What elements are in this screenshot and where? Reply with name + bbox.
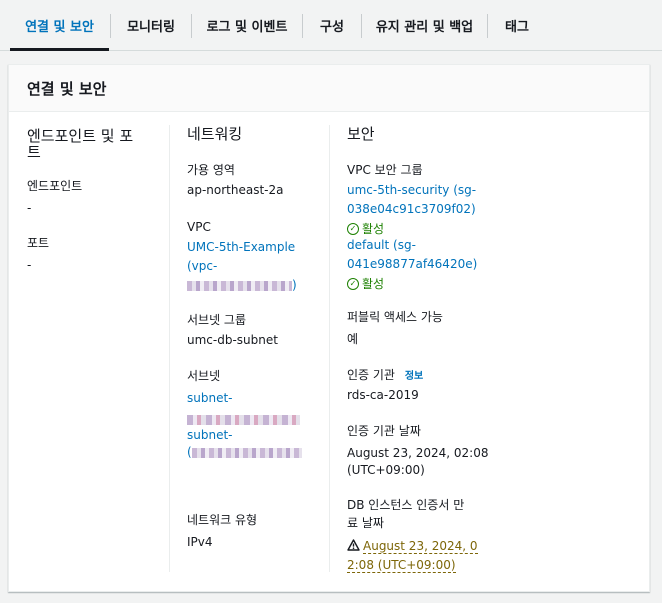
cert-expiry-text-line2: 2:08 (UTC+09:00) [347,558,456,573]
networking-title: 네트워킹 [187,125,243,143]
warning-icon [347,539,360,551]
port-value: - [27,258,32,272]
cert-expiry-value-line2[interactable]: 2:08 (UTC+09:00) [347,556,456,575]
info-link[interactable]: 정보 [405,371,423,382]
security-group-2-status: ✓ 활성 [347,275,384,292]
ca-date-value-line2: (UTC+09:00) [347,463,425,477]
cert-expiry-label-line1: DB 인스턴스 인증서 만 [347,498,465,512]
public-access-value: 예 [347,332,359,346]
security-group-1-link[interactable]: umc-5th-security (sg- [347,181,476,200]
subnet-group-value: umc-db-subnet [187,333,278,347]
tab-monitoring[interactable]: 모니터링 [111,0,191,50]
endpoints-title-line1: 엔드포인트 및 포 [27,127,134,145]
status-text: 활성 [362,277,385,291]
endpoints-title-line2: 트 [27,143,41,161]
network-type-label: 네트워크 유형 [187,513,258,527]
security-group-2-link[interactable]: default (sg- [347,236,416,255]
subnets-label: 서브넷 [187,369,221,383]
check-circle-icon: ✓ [347,222,359,235]
vpc-id-redacted[interactable]: ) [187,276,297,295]
network-type-value: IPv4 [187,535,213,549]
column-divider [169,125,170,572]
certificate-authority-label: 인증 기관 정보 [347,367,423,385]
cert-expiry-label-line2: 료 날짜 [347,516,384,530]
connectivity-security-panel: 연결 및 보안 엔드포인트 및 포 트 엔드포인트 - 포트 - 네트워킹 가용… [8,64,650,592]
redacted-text [191,447,302,458]
security-title: 보안 [347,125,375,143]
availability-zone-value: ap-northeast-2a [187,183,284,197]
cert-expiry-text-line1: August 23, 2024, 0 [363,539,478,554]
vpc-id-close-paren: ) [292,278,297,292]
tab-configuration[interactable]: 구성 [303,0,361,50]
endpoint-label: 엔드포인트 [27,179,83,193]
security-group-2-id[interactable]: 041e98877af46420e) [347,255,477,274]
ca-date-label: 인증 기관 날짜 [347,424,421,438]
tab-bar: 연결 및 보안 모니터링 로그 및 이벤트 구성 유지 관리 및 백업 태그 [0,0,662,51]
security-group-1-status: ✓ 활성 [347,220,384,237]
vpc-label: VPC [187,220,211,234]
subnet-2-redacted[interactable]: ( [187,443,302,462]
cert-expiry-value-line1[interactable]: August 23, 2024, 0 [347,537,478,556]
redacted-text [187,414,300,425]
vpc-link[interactable]: UMC-5th-Example [187,238,295,257]
check-circle-icon: ✓ [347,277,359,290]
column-divider [329,125,330,572]
status-text: 활성 [362,222,385,236]
endpoint-value: - [27,201,32,215]
public-access-label: 퍼블릭 액세스 가능 [347,310,443,324]
subnet-1-link[interactable]: subnet- [187,389,233,408]
tab-connectivity-security[interactable]: 연결 및 보안 [10,0,109,51]
certificate-authority-value: rds-ca-2019 [347,388,419,402]
vpc-id-link-prefix[interactable]: (vpc- [187,257,217,276]
subnet-group-label: 서브넷 그룹 [187,313,247,327]
security-group-1-id[interactable]: 038e04c91c3709f02) [347,200,476,219]
certificate-authority-label-text: 인증 기관 [347,368,395,382]
tab-logs-events[interactable]: 로그 및 이벤트 [192,0,302,50]
availability-zone-label: 가용 영역 [187,163,235,177]
tab-maintenance-backup[interactable]: 유지 관리 및 백업 [362,0,487,50]
tab-tags[interactable]: 태그 [488,0,546,50]
vpc-security-groups-label: VPC 보안 그룹 [347,163,423,177]
redacted-text [187,280,292,291]
panel-title: 연결 및 보안 [9,65,649,112]
port-label: 포트 [27,236,50,250]
